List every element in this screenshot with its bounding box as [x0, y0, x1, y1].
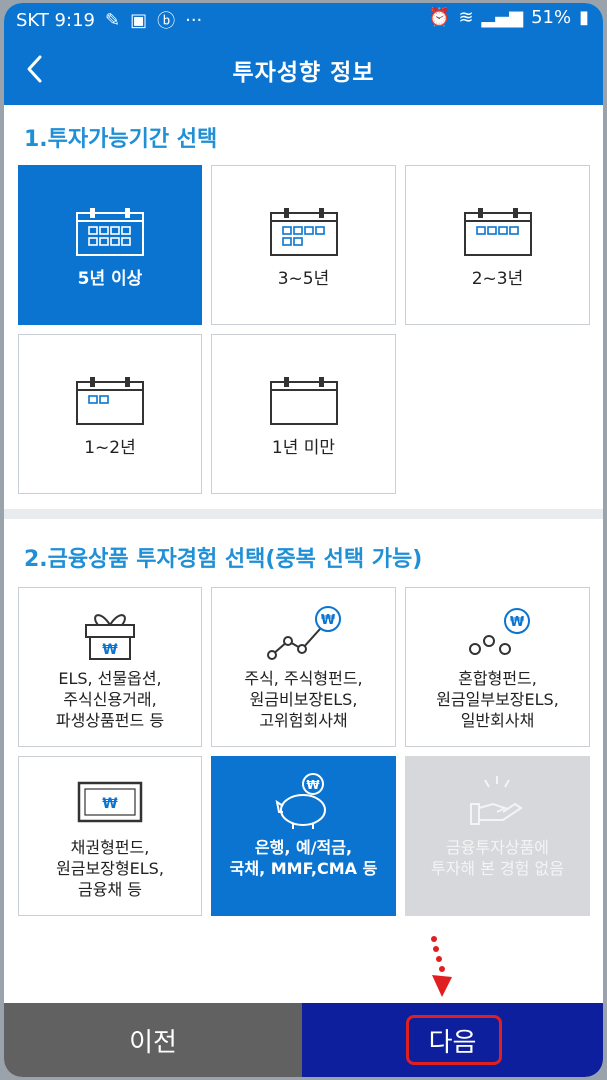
feather-icon: ✎	[104, 9, 121, 31]
experience-option-deposits[interactable]: ₩ 은행, 예/적금, 국채, MMF,CMA 등	[211, 756, 396, 916]
svg-text:₩: ₩	[102, 642, 118, 658]
bottom-bar: 이전 다음	[4, 1003, 603, 1077]
section-divider	[4, 509, 603, 519]
carrier-time: SKT 9:19	[16, 9, 95, 31]
gift-box-won-icon: ₩	[80, 602, 140, 664]
experience-label: 채권형펀드, 원금보장형ELS, 금융채 등	[56, 838, 164, 899]
period-option-under-1y[interactable]: 1년 미만	[211, 334, 396, 494]
experience-label: 주식, 주식형펀드, 원금비보장ELS, 고위험회사채	[244, 669, 363, 730]
experience-option-none[interactable]: 금융투자상품에 투자해 본 경험 없음	[405, 756, 590, 916]
calendar-six-icon	[269, 196, 339, 268]
svg-text:₩: ₩	[102, 796, 118, 812]
alarm-icon: ⏰	[428, 7, 451, 28]
period-option-5y-plus[interactable]: 5년 이상	[18, 165, 202, 325]
phone-screen: SKT 9:19 ✎ ▣ ⓑ ··· ⏰ ≋ ▂▄▆ 51% ▮ 투자성향 정보…	[4, 3, 603, 1077]
next-button-highlight	[406, 1015, 502, 1065]
battery-icon: ▮	[579, 7, 589, 28]
page-title: 투자성향 정보	[232, 60, 375, 86]
experience-option-bonds[interactable]: ₩ 채권형펀드, 원금보장형ELS, 금융채 등	[18, 756, 202, 916]
calendar-two-icon	[75, 365, 145, 437]
calendar-empty-icon	[269, 365, 339, 437]
period-label: 5년 이상	[77, 269, 143, 289]
experience-label: 금융투자상품에 투자해 본 경험 없음	[430, 838, 565, 878]
annotation-arrow-icon	[431, 936, 452, 997]
calendar-four-icon	[463, 196, 533, 268]
bond-certificate-icon: ₩	[75, 771, 145, 833]
experience-label: 은행, 예/적금, 국채, MMF,CMA 등	[229, 838, 378, 878]
piggy-bank-won-icon: ₩	[269, 771, 339, 833]
svg-text:₩: ₩	[320, 613, 335, 628]
empty-hand-icon	[463, 771, 533, 833]
period-label: 2~3년	[471, 269, 524, 289]
wifi-icon: ≋	[458, 7, 474, 28]
signal-icon: ▂▄▆	[481, 7, 524, 28]
calendar-full-icon	[75, 196, 145, 268]
period-option-2-3y[interactable]: 2~3년	[405, 165, 590, 325]
section1-title: 1.투자가능기간 선택	[24, 127, 218, 152]
prev-button[interactable]: 이전	[4, 1003, 302, 1077]
experience-option-stocks[interactable]: ₩ 주식, 주식형펀드, 원금비보장ELS, 고위험회사채	[211, 587, 396, 747]
svg-text:₩: ₩	[509, 615, 524, 630]
more-dots: ···	[185, 9, 203, 31]
prev-label: 이전	[129, 1027, 177, 1058]
app-bar: 투자성향 정보	[4, 33, 603, 105]
image-icon: ▣	[130, 9, 148, 31]
period-option-3-5y[interactable]: 3~5년	[211, 165, 396, 325]
period-label: 1~2년	[84, 438, 136, 458]
stock-chart-won-icon: ₩	[264, 602, 344, 664]
experience-label: 혼합형펀드, 원금일부보장ELS, 일반회사채	[436, 669, 559, 730]
experience-label: ELS, 선물옵션, 주식신용거래, 파생상품펀드 등	[55, 669, 165, 730]
svg-text:₩: ₩	[306, 778, 320, 792]
b-app-icon: ⓑ	[157, 11, 176, 32]
next-button[interactable]: 다음	[302, 1003, 603, 1077]
coins-won-icon: ₩	[463, 602, 533, 664]
period-label: 3~5년	[277, 269, 330, 289]
period-option-1-2y[interactable]: 1~2년	[18, 334, 202, 494]
battery-level: 51%	[531, 7, 572, 28]
experience-option-derivatives[interactable]: ₩ ELS, 선물옵션, 주식신용거래, 파생상품펀드 등	[18, 587, 202, 747]
status-bar: SKT 9:19 ✎ ▣ ⓑ ··· ⏰ ≋ ▂▄▆ 51% ▮	[4, 3, 603, 33]
section2-title: 2.금융상품 투자경험 선택(중복 선택 가능)	[24, 547, 423, 572]
period-label: 1년 미만	[271, 438, 336, 458]
experience-option-mixed[interactable]: ₩ 혼합형펀드, 원금일부보장ELS, 일반회사채	[405, 587, 590, 747]
